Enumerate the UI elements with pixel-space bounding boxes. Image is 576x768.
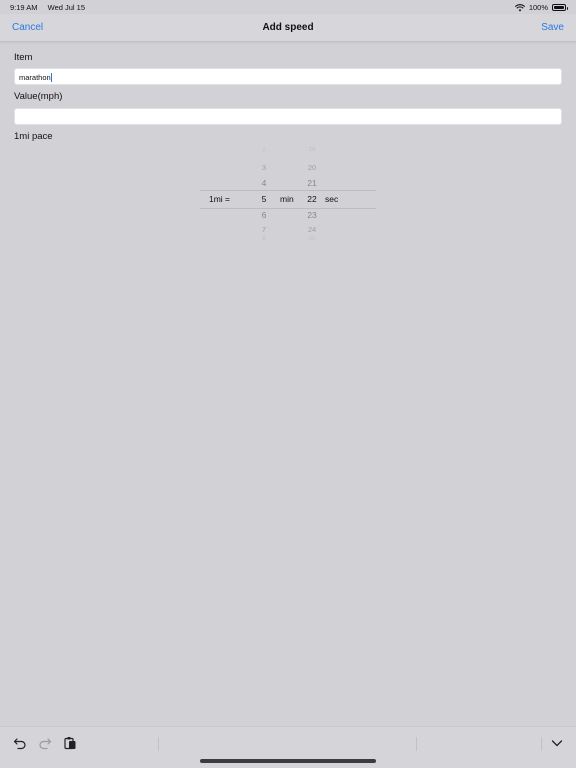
- status-date: Wed Jul 15: [47, 3, 86, 12]
- status-right: 100%: [514, 3, 568, 12]
- seconds-wheel-option[interactable]: 24: [302, 225, 322, 234]
- wifi-icon: [514, 3, 525, 11]
- save-button[interactable]: Save: [541, 22, 564, 33]
- seconds-wheel-option[interactable]: 22: [302, 194, 322, 204]
- toolbar-divider: [416, 737, 417, 751]
- home-indicator: [200, 759, 376, 763]
- minutes-wheel-option[interactable]: 5: [254, 194, 274, 204]
- picker-min-unit: min: [280, 194, 294, 204]
- picker-bottom-line: [200, 208, 376, 209]
- minutes-wheel-option[interactable]: 7: [254, 225, 274, 234]
- seconds-wheel-option[interactable]: 19: [302, 147, 322, 153]
- seconds-wheel-option[interactable]: 25: [302, 236, 322, 242]
- pace-picker[interactable]: 1mi = min sec 2345678 19 20 21 22 23 24 25: [200, 147, 376, 250]
- picker-prefix: 1mi =: [209, 194, 231, 204]
- item-input-value: marathon: [19, 73, 51, 82]
- minutes-wheel-option[interactable]: 3: [254, 163, 274, 172]
- picker-sec-unit: sec: [325, 194, 339, 204]
- minutes-wheel-option[interactable]: 2: [254, 147, 274, 153]
- status-bar: 9:19 AM Wed Jul 15 100%: [0, 0, 576, 14]
- undo-icon[interactable]: [13, 736, 27, 750]
- page-title: Add speed: [262, 22, 314, 33]
- seconds-wheel-option[interactable]: 23: [302, 210, 322, 220]
- item-label: Item: [14, 52, 33, 63]
- minutes-wheel-option[interactable]: 4: [254, 178, 274, 188]
- battery-percent: 100%: [528, 3, 548, 12]
- minutes-wheel-option[interactable]: 8: [254, 236, 274, 242]
- status-time: 9:19 AM: [10, 3, 38, 12]
- value-label: Value(mph): [14, 91, 63, 102]
- text-caret: [50, 73, 52, 82]
- chevron-down-icon[interactable]: [550, 736, 564, 750]
- nav-bar: Cancel Add speed Save: [0, 14, 576, 42]
- toolbar-divider: [541, 737, 542, 751]
- picker-top-line: [200, 190, 376, 191]
- item-input[interactable]: marathon: [14, 68, 562, 85]
- redo-icon[interactable]: [38, 736, 52, 750]
- paste-icon[interactable]: [63, 736, 77, 750]
- battery-icon: [552, 4, 568, 11]
- seconds-wheel-option[interactable]: 21: [302, 178, 322, 188]
- toolbar-divider: [158, 737, 159, 751]
- battery-fill: [554, 6, 564, 9]
- seconds-wheel-option[interactable]: 20: [302, 163, 322, 172]
- value-input[interactable]: [14, 108, 562, 125]
- minutes-wheel-option[interactable]: 6: [254, 210, 274, 220]
- status-left: 9:19 AM Wed Jul 15: [10, 3, 85, 12]
- pace-label: 1mi pace: [14, 131, 53, 142]
